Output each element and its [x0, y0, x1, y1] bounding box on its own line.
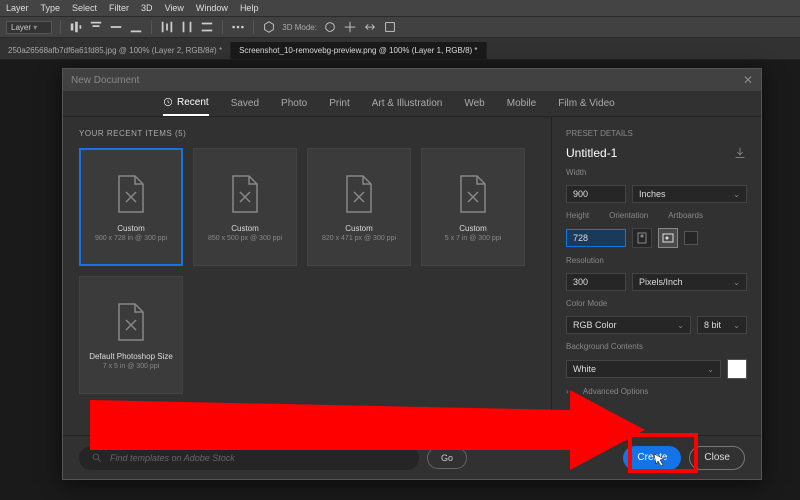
dialog-title: New Document — [71, 75, 139, 86]
preset-card[interactable]: Custom 5 x 7 in @ 300 ppi — [421, 148, 525, 266]
tab-film[interactable]: Film & Video — [558, 92, 615, 115]
scale-icon[interactable] — [383, 20, 397, 34]
options-bar: Layer ▾ 3D Mode: — [0, 16, 800, 38]
align-icon[interactable] — [129, 20, 143, 34]
page-icon — [455, 172, 491, 216]
distribute-icon[interactable] — [180, 20, 194, 34]
width-label: Width — [566, 168, 747, 177]
advanced-toggle[interactable]: › Advanced Options — [566, 387, 747, 396]
orientation-portrait[interactable] — [632, 228, 652, 248]
close-icon[interactable]: ✕ — [743, 73, 753, 87]
resolution-label: Resolution — [566, 256, 747, 265]
bg-select[interactable]: White⌄ — [566, 360, 721, 378]
card-name: Default Photoshop Size — [89, 352, 173, 361]
document-tabs: 250a26568afb7df6a61fd85.jpg @ 100% (Laye… — [0, 38, 800, 60]
pan-icon[interactable] — [343, 20, 357, 34]
card-detail: 900 x 728 in @ 300 ppi — [95, 235, 167, 242]
dialog-tabs: Recent Saved Photo Print Art & Illustrat… — [63, 91, 761, 117]
tab-mobile[interactable]: Mobile — [507, 92, 536, 115]
card-name: Custom — [459, 224, 487, 233]
colormode-select[interactable]: RGB Color⌄ — [566, 316, 691, 334]
menu-item[interactable]: Window — [196, 3, 228, 13]
preset-card[interactable]: Custom 820 x 471 px @ 300 ppi — [307, 148, 411, 266]
tab-print[interactable]: Print — [329, 92, 350, 115]
card-detail: 7 x 5 in @ 300 ppi — [103, 363, 160, 370]
align-icon[interactable] — [109, 20, 123, 34]
close-button[interactable]: Close — [689, 446, 745, 470]
cube-icon[interactable] — [262, 20, 276, 34]
resolution-unit-select[interactable]: Pixels/Inch⌄ — [632, 273, 747, 291]
app-menubar: Layer Type Select Filter 3D View Window … — [0, 0, 800, 16]
document-tab[interactable]: Screenshot_10-removebg-preview.png @ 100… — [231, 42, 486, 59]
details-header: PRESET DETAILS — [566, 129, 747, 138]
card-detail: 850 x 500 px @ 300 ppi — [208, 235, 282, 242]
card-detail: 5 x 7 in @ 300 ppi — [445, 235, 502, 242]
preset-card[interactable]: Custom 900 x 728 in @ 300 ppi — [79, 148, 183, 266]
bitdepth-select[interactable]: 8 bit⌄ — [697, 316, 747, 334]
preset-details-panel: PRESET DETAILS Untitled-1 Width Inches⌄ … — [551, 117, 761, 435]
bg-label: Background Contents — [566, 342, 747, 351]
height-input[interactable] — [566, 229, 626, 247]
bg-swatch[interactable] — [727, 359, 747, 379]
menu-item[interactable]: Select — [72, 3, 97, 13]
card-name: Custom — [231, 224, 259, 233]
menu-item[interactable]: Filter — [109, 3, 129, 13]
card-name: Custom — [345, 224, 373, 233]
create-button[interactable]: Create — [623, 446, 681, 470]
search-placeholder: Find templates on Adobe Stock — [110, 453, 235, 463]
page-icon — [113, 172, 149, 216]
colormode-label: Color Mode — [566, 299, 747, 308]
preset-card[interactable]: Default Photoshop Size 7 x 5 in @ 300 ppi — [79, 276, 183, 394]
artboards-label: Artboards — [668, 211, 703, 220]
menu-item[interactable]: View — [165, 3, 184, 13]
tab-photo[interactable]: Photo — [281, 92, 307, 115]
preset-name[interactable]: Untitled-1 — [566, 146, 617, 160]
tab-web[interactable]: Web — [464, 92, 484, 115]
preset-grid: YOUR RECENT ITEMS (5) Custom 900 x 728 in… — [63, 117, 551, 435]
preset-card[interactable]: Custom 850 x 500 px @ 300 ppi — [193, 148, 297, 266]
new-document-dialog: New Document ✕ Recent Saved Photo Print … — [62, 68, 762, 480]
distribute-icon[interactable] — [200, 20, 214, 34]
tab-recent[interactable]: Recent — [163, 91, 209, 116]
align-icon[interactable] — [69, 20, 83, 34]
mode-label: 3D Mode: — [282, 23, 317, 32]
artboards-checkbox[interactable] — [684, 231, 698, 245]
width-input[interactable] — [566, 185, 626, 203]
save-preset-icon[interactable] — [733, 146, 747, 160]
resolution-input[interactable] — [566, 273, 626, 291]
distribute-icon[interactable] — [160, 20, 174, 34]
search-icon — [91, 452, 102, 463]
height-label: Height — [566, 211, 589, 220]
go-button[interactable]: Go — [427, 447, 467, 469]
layer-select[interactable]: Layer ▾ — [6, 21, 52, 34]
card-name: Custom — [117, 224, 145, 233]
width-unit-select[interactable]: Inches⌄ — [632, 185, 747, 203]
card-detail: 820 x 471 px @ 300 ppi — [322, 235, 396, 242]
orbit-icon[interactable] — [323, 20, 337, 34]
menu-item[interactable]: 3D — [141, 3, 153, 13]
menu-item[interactable]: Layer — [6, 3, 29, 13]
orientation-label: Orientation — [609, 211, 648, 220]
tab-art[interactable]: Art & Illustration — [372, 92, 443, 115]
menu-item[interactable]: Help — [240, 3, 259, 13]
menu-item[interactable]: Type — [41, 3, 61, 13]
dialog-titlebar: New Document ✕ — [63, 69, 761, 91]
overflow-icon[interactable] — [231, 20, 245, 34]
align-icon[interactable] — [89, 20, 103, 34]
document-tab[interactable]: 250a26568afb7df6a61fd85.jpg @ 100% (Laye… — [0, 42, 231, 59]
slide-icon[interactable] — [363, 20, 377, 34]
dialog-footer: Find templates on Adobe Stock Go Create … — [63, 435, 761, 479]
page-icon — [341, 172, 377, 216]
page-icon — [227, 172, 263, 216]
stock-search[interactable]: Find templates on Adobe Stock — [79, 446, 419, 470]
recent-header: YOUR RECENT ITEMS (5) — [79, 129, 535, 138]
tab-saved[interactable]: Saved — [231, 92, 259, 115]
orientation-landscape[interactable] — [658, 228, 678, 248]
page-icon — [113, 300, 149, 344]
